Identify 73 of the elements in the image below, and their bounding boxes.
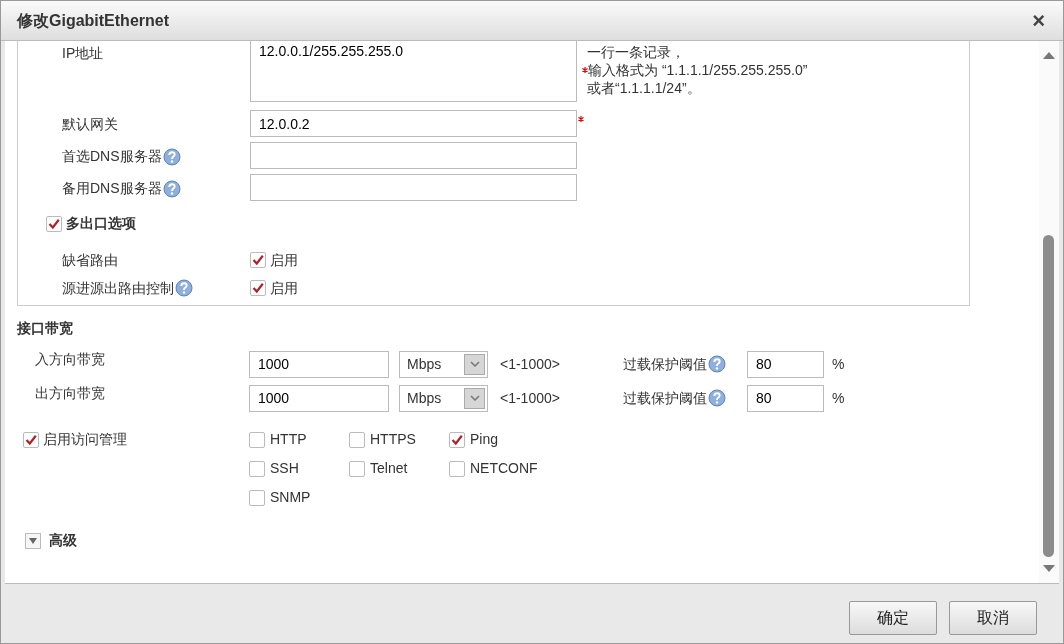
threshold-field[interactable]: 80 bbox=[747, 384, 824, 412]
bandwidth-field[interactable]: 1000 bbox=[249, 350, 389, 378]
triangle-icon bbox=[29, 537, 37, 544]
section-label: 启用访问管理 bbox=[43, 430, 127, 449]
text-field[interactable] bbox=[250, 174, 577, 201]
scroll-down-icon[interactable] bbox=[1043, 565, 1055, 573]
checkbox[interactable] bbox=[23, 431, 39, 448]
help-icon[interactable] bbox=[162, 147, 181, 166]
option-label: HTTP bbox=[270, 430, 307, 449]
checkbox[interactable] bbox=[250, 280, 266, 296]
hint-text: 输入格式为 “1.1.1.1/255.255.255.0” bbox=[588, 61, 808, 79]
checkbox[interactable] bbox=[46, 215, 62, 232]
hint-text: 一行一条记录， bbox=[586, 43, 685, 61]
dialog-button[interactable]: 取消 bbox=[949, 600, 1037, 635]
field-label: 默认网关 bbox=[62, 115, 118, 134]
section-label: 多出口选项 bbox=[66, 214, 136, 233]
field-label: IP地址 bbox=[62, 44, 104, 63]
section-title: 接口带宽 bbox=[17, 319, 74, 338]
checkbox[interactable] bbox=[249, 431, 265, 448]
unit-dropdown[interactable]: Mbps bbox=[399, 350, 488, 378]
unit-text: % bbox=[832, 388, 845, 408]
scrollbar[interactable] bbox=[1039, 41, 1059, 583]
help-icon[interactable] bbox=[708, 389, 726, 407]
field-label: 入方向带宽 bbox=[35, 350, 105, 369]
option-label: SSH bbox=[270, 459, 299, 478]
scroll-up-icon[interactable] bbox=[1043, 51, 1055, 59]
field-label: 出方向带宽 bbox=[35, 384, 105, 403]
range-text: <1-1000> bbox=[500, 388, 561, 408]
option-label: 启用 bbox=[270, 250, 298, 270]
dialog-button[interactable]: 确定 bbox=[849, 600, 937, 635]
option-label: Telnet bbox=[370, 459, 408, 478]
field-label: 过载保护阈值 bbox=[623, 354, 707, 374]
field-label: 源进源出路由控制 bbox=[62, 278, 174, 298]
check-icon bbox=[252, 282, 264, 294]
field-label: 备用DNS服务器 bbox=[62, 179, 162, 198]
checkbox[interactable] bbox=[449, 431, 465, 448]
field-label: 缺省路由 bbox=[62, 250, 118, 270]
option-label: HTTPS bbox=[370, 430, 416, 449]
help-icon[interactable] bbox=[162, 179, 181, 198]
bandwidth-field[interactable]: 1000 bbox=[249, 384, 389, 412]
help-icon[interactable] bbox=[708, 355, 726, 373]
checkbox[interactable] bbox=[349, 431, 365, 448]
caret-icon bbox=[469, 361, 480, 367]
threshold-field[interactable]: 80 bbox=[747, 350, 824, 378]
checkbox[interactable] bbox=[250, 252, 266, 268]
field-label: 过载保护阈值 bbox=[623, 388, 707, 408]
dialog-title: 修改GigabitEthernet bbox=[17, 10, 169, 31]
field-label: 首选DNS服务器 bbox=[62, 147, 162, 166]
section-label: 高级 bbox=[49, 531, 77, 550]
checkbox[interactable] bbox=[249, 489, 265, 506]
option-label: Ping bbox=[470, 430, 499, 449]
range-text: <1-1000> bbox=[500, 354, 561, 374]
option-label: NETCONF bbox=[470, 459, 538, 478]
option-label: SNMP bbox=[270, 488, 311, 507]
text-field[interactable]: 12.0.0.2 bbox=[250, 110, 577, 137]
caret-icon bbox=[469, 395, 480, 401]
checkbox[interactable] bbox=[249, 460, 265, 477]
unit-dropdown[interactable]: Mbps bbox=[399, 384, 488, 412]
ip-address-field[interactable]: 12.0.0.1/255.255.255.0 bbox=[250, 41, 577, 102]
unit-text: % bbox=[832, 354, 845, 374]
checkbox[interactable] bbox=[349, 460, 365, 477]
check-icon bbox=[451, 433, 463, 446]
text-field[interactable] bbox=[250, 142, 577, 169]
option-label: 启用 bbox=[270, 278, 298, 298]
scrollbar-thumb[interactable] bbox=[1043, 235, 1054, 557]
check-icon bbox=[25, 433, 37, 446]
check-icon bbox=[48, 217, 60, 230]
close-button[interactable]: × bbox=[1028, 9, 1049, 32]
hint-text: 或者“1.1.1.1/24”。 bbox=[586, 79, 701, 97]
checkbox[interactable] bbox=[449, 460, 465, 477]
expand-toggle[interactable] bbox=[25, 532, 41, 549]
check-icon bbox=[252, 254, 264, 266]
help-icon[interactable] bbox=[175, 279, 193, 297]
